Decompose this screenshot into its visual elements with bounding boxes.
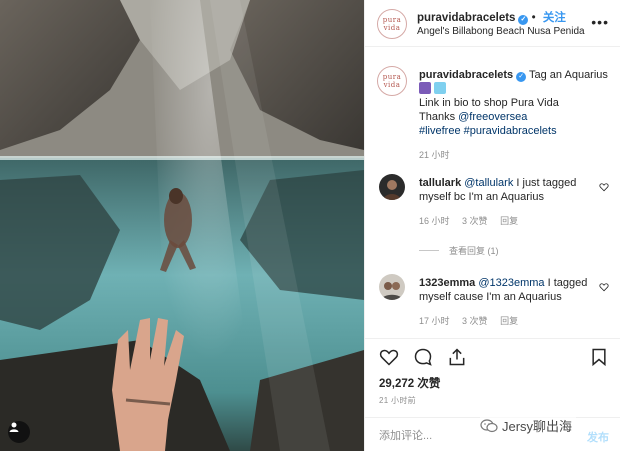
comment-likes[interactable]: 3 次赞	[462, 316, 488, 326]
comment-meta: 17 小时 3 次赞 回复	[419, 314, 528, 327]
user-tag-icon[interactable]	[8, 421, 30, 443]
caption-avatar[interactable]: pura vida	[377, 66, 407, 96]
likes-count[interactable]: 29,272 次赞	[379, 375, 440, 391]
post-header: pura vida puravidabracelets ✓ • 关注 Angel'…	[365, 0, 620, 47]
reply-button[interactable]: 回复	[500, 316, 518, 326]
comment-username[interactable]: 1323emma	[419, 277, 475, 289]
avatar-image	[379, 274, 405, 300]
caption-line2: Link in bio to shop Pura Vida	[419, 97, 559, 109]
share-icon[interactable]	[447, 347, 467, 367]
bookmark-icon[interactable]	[589, 347, 609, 367]
water-emoji-icon	[434, 82, 447, 94]
comment-text: 1323emma @1323emma I tagged myself cause…	[419, 276, 599, 304]
post-comment-button[interactable]: 发布	[587, 429, 609, 445]
more-icon[interactable]: •••	[591, 14, 609, 30]
avatar-image	[379, 174, 405, 200]
comment-text: tallulark @tallulark I just tagged mysel…	[419, 176, 599, 204]
header-user-line: puravidabracelets ✓ • 关注	[417, 9, 566, 25]
aquarius-emoji-icon	[419, 82, 431, 94]
comment-likes[interactable]: 3 次赞	[462, 216, 488, 226]
comment-mention[interactable]: @tallulark	[464, 177, 513, 189]
post-panel: pura vida puravidabracelets ✓ • 关注 Angel'…	[364, 0, 620, 451]
comment-mention[interactable]: @1323emma	[478, 277, 544, 289]
caption-time[interactable]: 21 小时	[419, 148, 450, 161]
verified-badge-icon: ✓	[518, 15, 529, 25]
comment-avatar[interactable]	[379, 174, 405, 200]
person-glyph	[9, 422, 19, 432]
follow-button[interactable]: 关注	[543, 12, 566, 24]
caption-avatar-text: pura vida	[382, 73, 402, 89]
wechat-icon	[480, 418, 498, 432]
caption-text: puravidabracelets ✓ Tag an Aquarius Link …	[419, 68, 609, 138]
verified-badge-icon: ✓	[516, 72, 527, 82]
separator-dot: •	[531, 12, 536, 24]
caption-line1: Tag an Aquarius	[529, 69, 608, 81]
comment-icon[interactable]	[413, 347, 433, 367]
comment-avatar[interactable]	[379, 274, 405, 300]
comments-list[interactable]: pura vida puravidabracelets ✓ Tag an Aqua…	[365, 48, 620, 338]
comment-time[interactable]: 16 小时	[419, 216, 450, 226]
post-date[interactable]: 21 小时前	[379, 395, 416, 406]
view-replies-button[interactable]: 查看回复 (1)	[419, 244, 499, 257]
avatar[interactable]: pura vida	[377, 9, 407, 39]
caption-username[interactable]: puravidabracelets	[419, 69, 513, 81]
heart-icon[interactable]	[599, 182, 609, 192]
header-username[interactable]: puravidabracelets	[417, 12, 515, 24]
heart-icon[interactable]	[599, 282, 609, 292]
reply-button[interactable]: 回复	[500, 216, 518, 226]
underwater-scene	[0, 0, 364, 451]
replies-line	[419, 250, 439, 251]
post-photo[interactable]	[0, 0, 364, 451]
view-replies-label: 查看回复 (1)	[449, 246, 499, 256]
heart-icon[interactable]	[379, 347, 399, 367]
avatar-text: pura vida	[382, 16, 402, 32]
caption-mention[interactable]: @freeoversea	[458, 111, 527, 123]
comment-meta: 16 小时 3 次赞 回复	[419, 214, 528, 227]
watermark-text: Jersy聊出海	[502, 419, 573, 434]
caption-hashtags[interactable]: #livefree #puravidabracelets	[419, 125, 557, 137]
location-link[interactable]: Angel's Billabong Beach Nusa Penida	[417, 26, 585, 37]
watermark: Jersy聊出海	[480, 416, 577, 435]
comment-time[interactable]: 17 小时	[419, 316, 450, 326]
caption-line3-prefix: Thanks	[419, 111, 459, 123]
comment-username[interactable]: tallulark	[419, 177, 461, 189]
